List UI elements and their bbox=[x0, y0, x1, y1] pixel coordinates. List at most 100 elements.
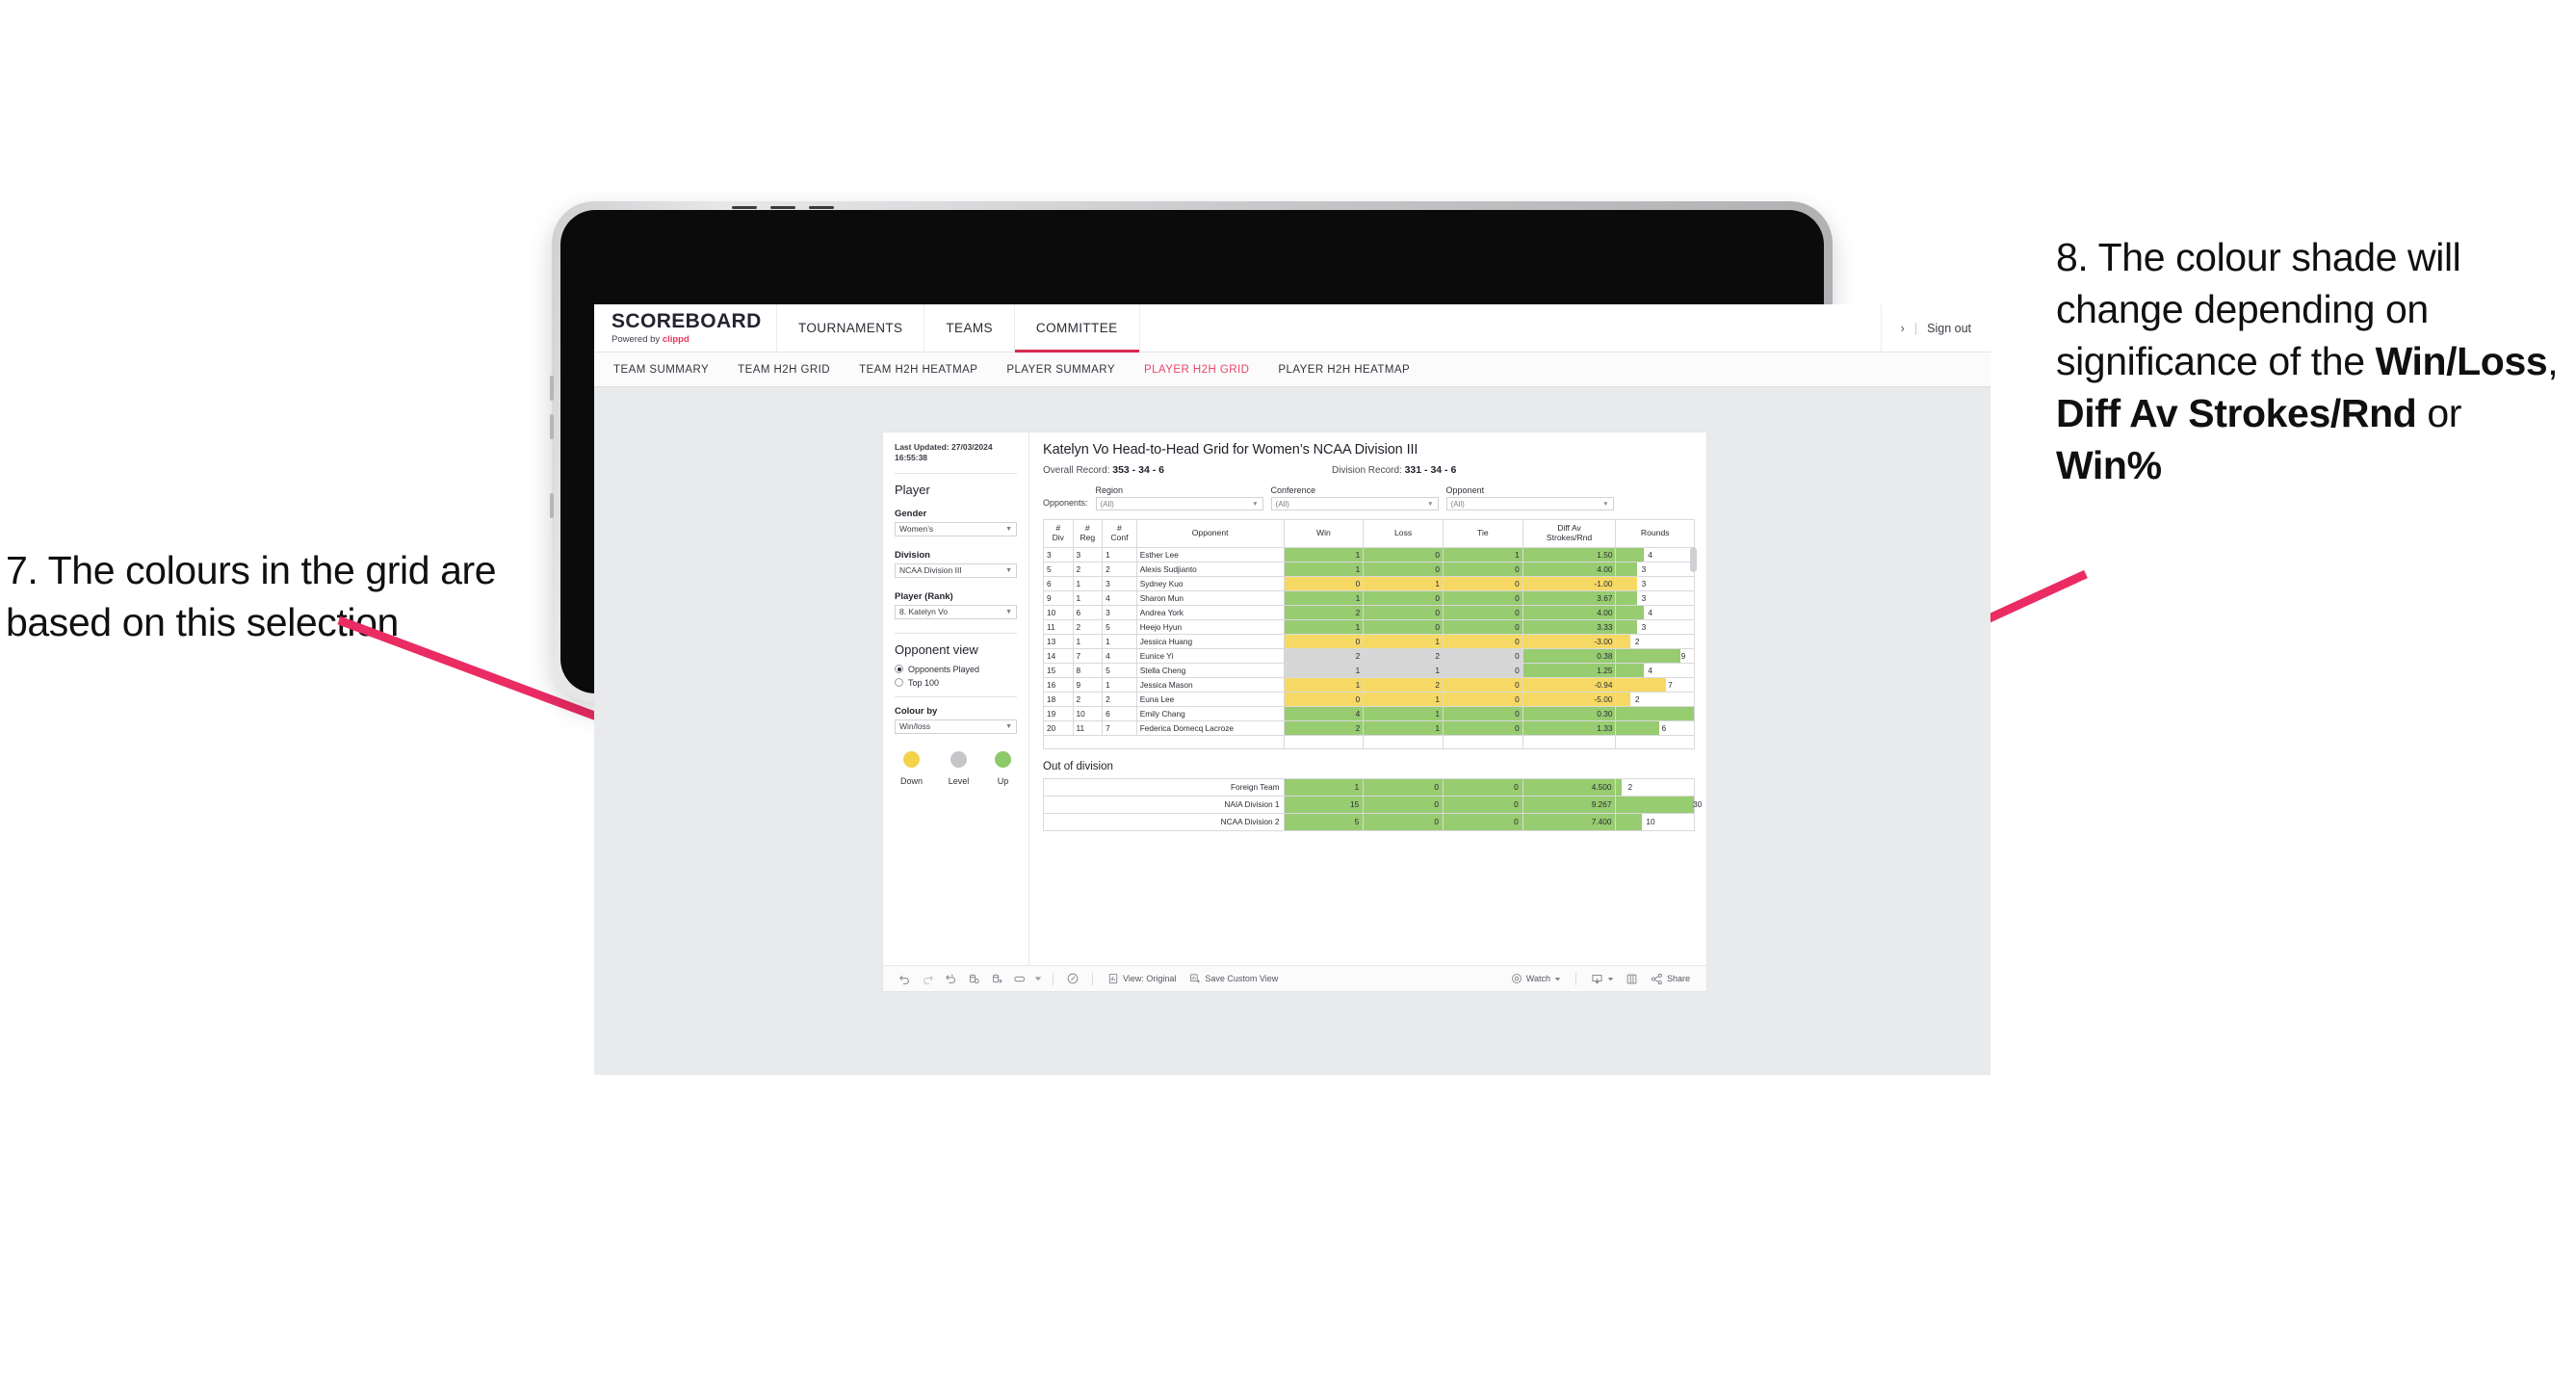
fullscreen-icon[interactable] bbox=[1621, 967, 1644, 990]
filter-conference-dropdown[interactable]: (All) ▼ bbox=[1270, 497, 1439, 510]
col-win[interactable]: Win bbox=[1283, 519, 1365, 548]
chevron-right-icon[interactable]: › bbox=[1901, 321, 1905, 335]
cell-reg: 6 bbox=[1072, 605, 1104, 620]
view-original-button[interactable]: View: Original bbox=[1101, 973, 1183, 984]
download-button[interactable] bbox=[1584, 973, 1621, 985]
brand-powered-by: Powered by clippd bbox=[611, 334, 776, 345]
player-rank-dropdown-value: 8. Katelyn Vo bbox=[899, 607, 949, 617]
brand-logo-block[interactable]: SCOREBOARD Powered by clippd bbox=[594, 304, 777, 352]
annotation-8-mid1: , bbox=[2547, 339, 2559, 384]
col-diff-av-strokes[interactable]: Diff Av Strokes/Rnd bbox=[1522, 519, 1617, 548]
chevron-down-icon: ▼ bbox=[1005, 722, 1012, 730]
table-scrollbar[interactable] bbox=[1690, 547, 1697, 572]
volume-button[interactable] bbox=[550, 414, 554, 439]
cell-tie: 0 bbox=[1442, 648, 1523, 664]
col-div[interactable]: # Div bbox=[1043, 519, 1074, 548]
field-label-division: Division bbox=[895, 549, 930, 561]
cell-reg: 1 bbox=[1072, 634, 1104, 649]
topnav-item-tournaments[interactable]: TOURNAMENTS bbox=[777, 304, 925, 352]
cell-rounds-value: 2 bbox=[1634, 637, 1640, 646]
subnav-item-player-summary[interactable]: PLAYER SUMMARY bbox=[1006, 364, 1115, 376]
redo-icon[interactable] bbox=[916, 967, 939, 990]
cell-rounds: 2 bbox=[1615, 692, 1695, 707]
subnav-item-team-h2h-grid[interactable]: TEAM H2H GRID bbox=[738, 364, 830, 376]
alerts-icon[interactable] bbox=[1061, 967, 1084, 990]
table-row[interactable]: 5 2 2 Alexis Sudjianto 1 0 0 4.00 3 bbox=[1043, 562, 1695, 577]
field-label-gender: Gender bbox=[895, 508, 927, 519]
opponent-filters: Opponents: Region (All) ▼ Conference (Al… bbox=[1043, 485, 1695, 510]
table-row[interactable]: 16 9 1 Jessica Mason 1 2 0 -0.94 7 bbox=[1043, 677, 1695, 693]
scoreboard-app: SCOREBOARD Powered by clippd TOURNAMENTS… bbox=[594, 304, 1991, 1075]
cell-conf: 2 bbox=[1102, 692, 1137, 707]
cell-win: 0 bbox=[1283, 634, 1365, 649]
cell-ood-label: Foreign Team bbox=[1043, 778, 1285, 797]
subnav-item-player-h2h-grid[interactable]: PLAYER H2H GRID bbox=[1144, 364, 1249, 376]
viz-sidebar: Last Updated: 27/03/2024 16:55:38 Player… bbox=[883, 432, 1029, 965]
undo-icon[interactable] bbox=[893, 967, 916, 990]
table-row[interactable]: 11 2 5 Heejo Hyun 1 0 0 3.33 3 bbox=[1043, 619, 1695, 635]
radio-label-top-100: Top 100 bbox=[908, 677, 940, 688]
cell-div: 16 bbox=[1043, 677, 1074, 693]
cell-ood-loss: 0 bbox=[1363, 778, 1444, 797]
caret-down-icon[interactable] bbox=[1031, 967, 1045, 990]
player-rank-dropdown[interactable]: 8. Katelyn Vo ▼ bbox=[895, 604, 1017, 619]
cell-div: 5 bbox=[1043, 562, 1074, 577]
table-row[interactable]: 9 1 4 Sharon Mun 1 0 0 3.67 3 bbox=[1043, 590, 1695, 606]
table-row[interactable]: 18 2 2 Euna Lee 0 1 0 -5.00 2 bbox=[1043, 692, 1695, 707]
table-row[interactable]: 3 3 1 Esther Lee 1 0 1 1.50 4 bbox=[1043, 547, 1695, 562]
col-reg-line2: Reg bbox=[1080, 533, 1096, 542]
cell-diff-av-strokes: 1.33 bbox=[1522, 720, 1617, 736]
table-row[interactable]: 15 8 5 Stella Cheng 1 1 0 1.25 4 bbox=[1043, 663, 1695, 678]
watch-button[interactable]: Watch bbox=[1504, 973, 1568, 984]
save-custom-view-button[interactable]: Save Custom View bbox=[1183, 973, 1285, 984]
col-reg[interactable]: # Reg bbox=[1072, 519, 1104, 548]
refresh-data-icon[interactable] bbox=[962, 967, 985, 990]
table-row[interactable]: NAIA Division 1 15 0 0 9.267 30 bbox=[1043, 796, 1702, 814]
pause-updates-icon[interactable] bbox=[985, 967, 1008, 990]
radio-opponents-played[interactable]: Opponents Played bbox=[895, 665, 1017, 674]
table-row[interactable]: 10 6 3 Andrea York 2 0 0 4.00 4 bbox=[1043, 605, 1695, 620]
cell-loss: 2 bbox=[1363, 648, 1444, 664]
sign-out-link[interactable]: Sign out bbox=[1927, 322, 1971, 335]
cell-tie: 0 bbox=[1442, 663, 1523, 678]
col-diff-line1: Diff Av bbox=[1557, 523, 1581, 534]
cell-loss: 1 bbox=[1363, 720, 1444, 736]
table-row[interactable]: 20 11 7 Federica Domecq Lacroze 2 1 0 1.33 6 bbox=[1043, 720, 1695, 736]
table-row[interactable]: 19106Emily Chang4100.3011 bbox=[1043, 706, 1695, 721]
subnav-item-player-h2h-heatmap[interactable]: PLAYER H2H HEATMAP bbox=[1278, 364, 1410, 376]
filter-region-dropdown[interactable]: (All) ▼ bbox=[1095, 497, 1263, 510]
col-opponent[interactable]: Opponent bbox=[1135, 519, 1285, 548]
cell-conf: 2 bbox=[1102, 562, 1137, 577]
col-loss[interactable]: Loss bbox=[1363, 519, 1444, 548]
revert-icon[interactable] bbox=[939, 967, 962, 990]
divider bbox=[895, 695, 1017, 697]
table-row[interactable]: NCAA Division 2 5 0 0 7.400 10 bbox=[1043, 813, 1695, 831]
table-row[interactable]: Foreign Team 1 0 0 4.500 2 bbox=[1043, 778, 1695, 797]
share-button[interactable]: Share bbox=[1644, 973, 1697, 985]
cell-tie: 1 bbox=[1442, 547, 1523, 562]
table-row[interactable]: 13 1 1 Jessica Huang 0 1 0 -3.00 2 bbox=[1043, 634, 1695, 649]
power-button[interactable] bbox=[550, 493, 554, 518]
table-row[interactable]: 14 7 4 Eunice Yi 2 2 0 0.38 9 bbox=[1043, 648, 1695, 664]
radio-top-100[interactable]: Top 100 bbox=[895, 678, 1017, 688]
filter-opponent-dropdown[interactable]: (All) ▼ bbox=[1445, 497, 1614, 510]
col-conf[interactable]: # Conf bbox=[1102, 519, 1137, 548]
cell-tie: 0 bbox=[1442, 706, 1523, 721]
colour-by-dropdown[interactable]: Win/loss ▼ bbox=[895, 719, 1017, 734]
topnav-item-teams[interactable]: TEAMS bbox=[924, 304, 1015, 352]
topnav-item-committee[interactable]: COMMITTEE bbox=[1014, 304, 1140, 353]
cell-opponent: Sharon Mun bbox=[1135, 590, 1285, 606]
subnav-item-team-summary[interactable]: TEAM SUMMARY bbox=[613, 364, 709, 376]
col-tie[interactable]: Tie bbox=[1442, 519, 1523, 548]
gender-dropdown[interactable]: Women’s ▼ bbox=[895, 521, 1017, 536]
cell-rounds: 3 bbox=[1615, 619, 1695, 635]
division-record: Division Record: 331 - 34 - 6 bbox=[1332, 464, 1456, 476]
volume-button[interactable] bbox=[550, 376, 554, 401]
col-rounds[interactable]: Rounds bbox=[1615, 519, 1695, 548]
cell-ood-rounds-value: 10 bbox=[1646, 817, 1655, 826]
division-dropdown[interactable]: NCAA Division III ▼ bbox=[895, 562, 1017, 578]
overall-record: Overall Record: 353 - 34 - 6 bbox=[1043, 464, 1332, 476]
view-shape-icon[interactable] bbox=[1008, 967, 1031, 990]
subnav-item-team-h2h-heatmap[interactable]: TEAM H2H HEATMAP bbox=[859, 364, 977, 376]
table-row[interactable]: 6 1 3 Sydney Kuo 0 1 0 -1.00 3 bbox=[1043, 576, 1695, 591]
